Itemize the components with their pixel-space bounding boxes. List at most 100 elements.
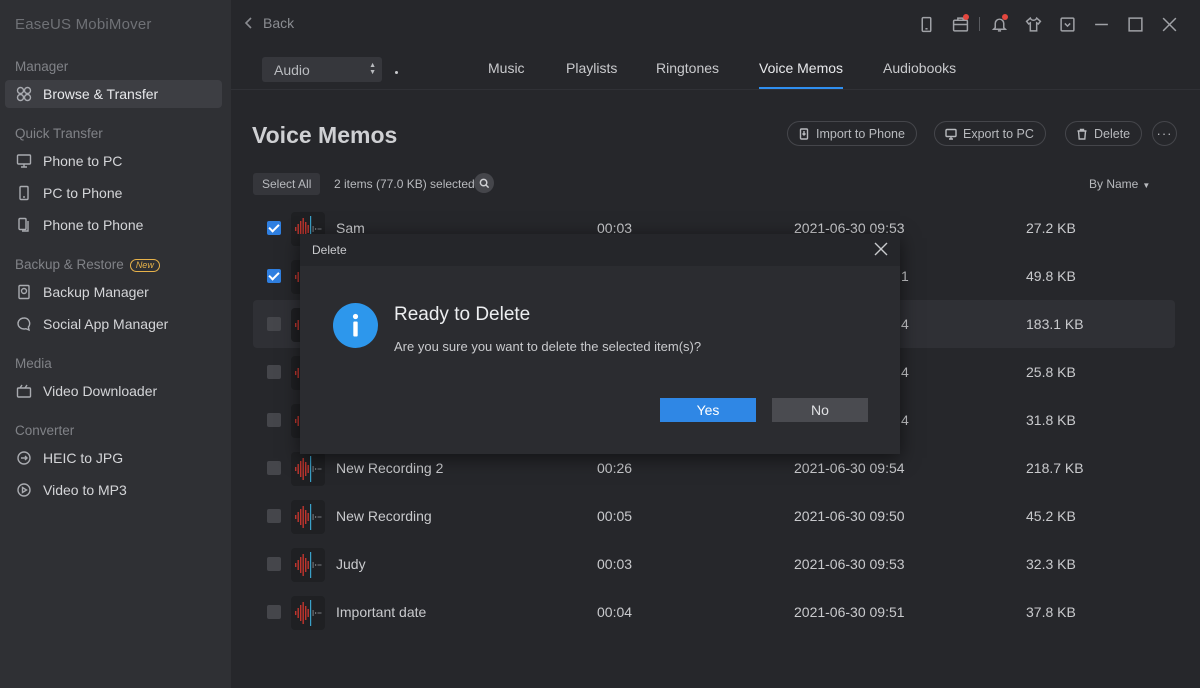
audio-waveform-icon xyxy=(291,596,325,630)
memo-date: 2021-06-30 09:53 xyxy=(794,556,905,572)
dialog-close-button[interactable] xyxy=(874,242,890,258)
sidebar-section-manager: Manager xyxy=(15,59,69,74)
table-row[interactable]: Important date 00:04 2021-06-30 09:51 37.8 … xyxy=(253,588,1175,636)
export-label: Export to PC xyxy=(963,126,1034,141)
table-row[interactable]: New Recording 00:05 2021-06-30 09:50 45.2 K… xyxy=(253,492,1175,540)
back-button[interactable]: Back xyxy=(243,15,294,31)
memo-size: 25.8 KB xyxy=(1026,364,1076,380)
minimize-icon xyxy=(1094,23,1108,25)
sort-label: By Name xyxy=(1089,177,1139,191)
yes-button[interactable]: Yes xyxy=(660,398,756,422)
row-checkbox[interactable] xyxy=(267,365,281,379)
row-checkbox[interactable] xyxy=(267,317,281,331)
download-icon xyxy=(15,382,33,400)
sidebar: EaseUS MobiMover Manager Browse & Transf… xyxy=(0,0,231,688)
notifications-button[interactable] xyxy=(982,12,1016,36)
memo-duration: 00:04 xyxy=(597,604,633,620)
row-checkbox[interactable] xyxy=(267,557,281,571)
no-button[interactable]: No xyxy=(772,398,868,422)
sidebar-section-media: Media xyxy=(15,356,52,371)
memo-date: 4 xyxy=(901,364,909,380)
memo-size: 183.1 KB xyxy=(1026,316,1084,332)
memo-size: 45.2 KB xyxy=(1026,508,1076,524)
sidebar-item-social-app-manager[interactable]: Social App Manager xyxy=(5,310,222,338)
section-label: Backup & Restore xyxy=(15,257,124,272)
select-all-button[interactable]: Select All xyxy=(253,173,321,195)
sort-dropdown[interactable]: By Name ▼ xyxy=(1089,177,1150,191)
sidebar-item-pc-to-phone[interactable]: PC to Phone xyxy=(5,179,222,207)
sidebar-item-heic-to-jpg[interactable]: HEIC to JPG xyxy=(5,444,222,472)
sidebar-item-label: Video Downloader xyxy=(43,383,158,399)
sidebar-item-label: Phone to Phone xyxy=(43,217,144,233)
tab-bar: Music Playlists Ringtones Voice Memos Au… xyxy=(231,60,1200,90)
phone-icon xyxy=(15,184,33,202)
row-checkbox[interactable] xyxy=(267,461,281,475)
convert-icon xyxy=(15,449,33,467)
memo-date: 4 xyxy=(901,412,909,428)
dialog-heading: Ready to Delete xyxy=(394,304,531,325)
more-button[interactable]: ··· xyxy=(1152,121,1177,146)
export-to-pc-button[interactable]: Export to PC xyxy=(934,121,1046,146)
device-button[interactable] xyxy=(909,12,943,36)
back-label: Back xyxy=(263,15,295,31)
trash-icon xyxy=(1077,128,1087,140)
memo-name: New Recording xyxy=(336,508,432,524)
delete-button[interactable]: Delete xyxy=(1065,121,1143,146)
audio-waveform-icon xyxy=(291,452,325,486)
minimize-button[interactable] xyxy=(1084,12,1118,36)
row-checkbox[interactable] xyxy=(267,509,281,523)
delete-dialog: Delete Ready to Delete Are you sure you … xyxy=(300,234,900,454)
sidebar-item-label: PC to Phone xyxy=(43,185,123,201)
device-icon xyxy=(921,16,931,32)
sidebar-item-label: Video to MP3 xyxy=(43,482,127,498)
memo-duration: 00:03 xyxy=(597,556,633,572)
close-icon xyxy=(1162,17,1176,31)
memo-name: Judy xyxy=(336,556,366,572)
tab-music[interactable]: Music xyxy=(476,60,537,89)
sidebar-item-phone-to-pc[interactable]: Phone to PC xyxy=(5,147,222,175)
import-icon xyxy=(799,127,809,140)
sidebar-item-label: Backup Manager xyxy=(43,284,149,300)
sidebar-item-backup-manager[interactable]: Backup Manager xyxy=(5,278,222,306)
app-title: EaseUS MobiMover xyxy=(15,16,152,33)
memo-size: 37.8 KB xyxy=(1026,604,1076,620)
skin-button[interactable] xyxy=(1016,12,1050,36)
dropdown-menu-icon xyxy=(1059,16,1075,32)
audio-waveform-icon xyxy=(291,500,325,534)
memo-date: 4 xyxy=(901,316,909,332)
search-button[interactable] xyxy=(474,173,494,193)
sidebar-item-browse-transfer[interactable]: Browse & Transfer xyxy=(5,80,222,108)
dialog-message: Are you sure you want to delete the sele… xyxy=(394,339,702,354)
search-icon xyxy=(479,178,489,188)
sidebar-item-video-downloader[interactable]: Video Downloader xyxy=(5,377,222,405)
caret-down-icon: ▼ xyxy=(1142,181,1151,190)
sidebar-item-label: Social App Manager xyxy=(43,316,169,332)
import-to-phone-button[interactable]: Import to Phone xyxy=(787,121,917,146)
tab-audiobooks[interactable]: Audiobooks xyxy=(871,60,968,89)
memo-name: New Recording 2 xyxy=(336,460,444,476)
sidebar-item-phone-to-phone[interactable]: Phone to Phone xyxy=(5,211,222,239)
tab-divider xyxy=(231,89,1200,90)
memo-duration: 00:05 xyxy=(597,508,633,524)
dialog-title: Delete xyxy=(312,243,347,257)
close-window-button[interactable] xyxy=(1152,12,1186,36)
maximize-button[interactable] xyxy=(1118,12,1152,36)
toolkit-button[interactable] xyxy=(943,12,977,36)
row-checkbox[interactable] xyxy=(267,221,281,235)
tab-ringtones[interactable]: Ringtones xyxy=(644,60,731,89)
sidebar-item-video-to-mp3[interactable]: Video to MP3 xyxy=(5,476,222,504)
row-checkbox[interactable] xyxy=(267,605,281,619)
menu-button[interactable] xyxy=(1050,12,1084,36)
memo-date: 2021-06-30 09:51 xyxy=(794,604,905,620)
window-toolbar xyxy=(909,12,1186,36)
memo-size: 49.8 KB xyxy=(1026,268,1076,284)
tab-playlists[interactable]: Playlists xyxy=(554,60,629,89)
table-row[interactable]: Judy 00:03 2021-06-30 09:53 32.3 KB xyxy=(253,540,1175,588)
tab-voice-memos[interactable]: Voice Memos xyxy=(747,60,855,89)
memo-date: 2021-06-30 09:50 xyxy=(794,508,905,524)
memo-date: 1 xyxy=(901,268,909,284)
row-checkbox[interactable] xyxy=(267,269,281,283)
sidebar-item-label: HEIC to JPG xyxy=(43,450,124,466)
row-checkbox[interactable] xyxy=(267,413,281,427)
sidebar-item-label: Browse & Transfer xyxy=(43,86,159,102)
